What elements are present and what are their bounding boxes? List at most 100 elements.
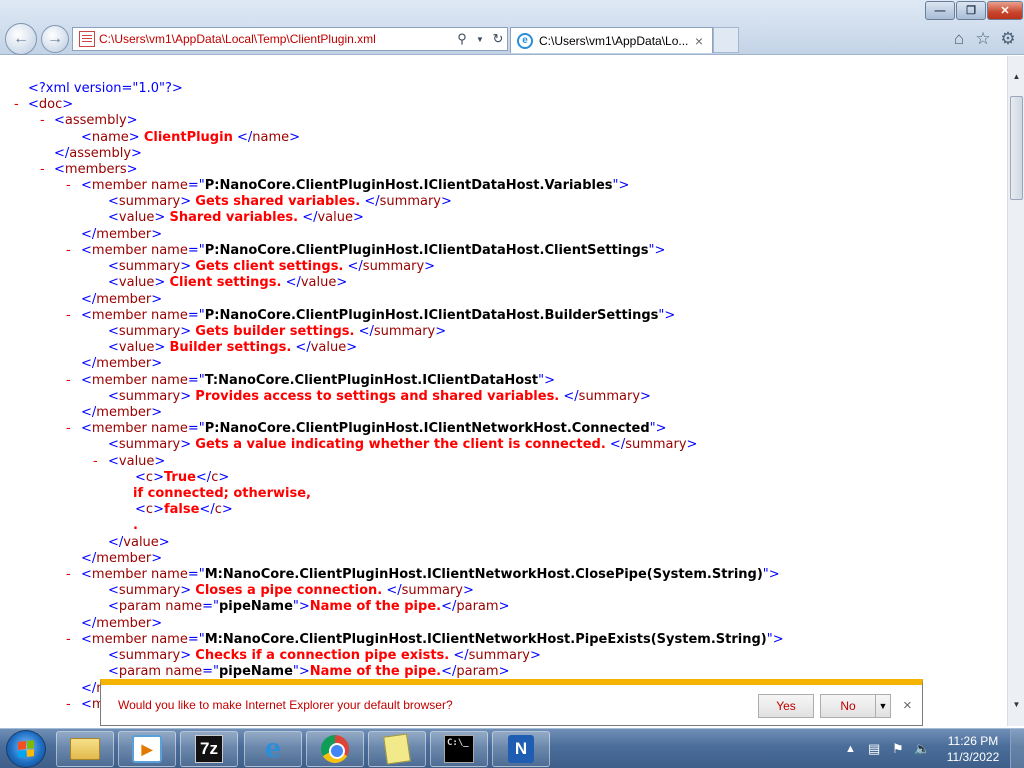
collapse-toggle[interactable]: - bbox=[66, 567, 71, 582]
value-element: <value> Client settings. </value> bbox=[108, 275, 348, 290]
value-text: Client settings. bbox=[169, 275, 282, 290]
no-button[interactable]: No bbox=[820, 694, 876, 718]
taskbar-sticky-notes[interactable] bbox=[368, 731, 426, 767]
c-element: <c>True</c> bbox=[135, 470, 230, 485]
name-element: <name> ClientPlugin </name> bbox=[81, 130, 301, 145]
summary-text: Gets shared variables. bbox=[195, 194, 361, 209]
command-prompt-icon: C:\_ bbox=[444, 735, 474, 763]
member-close: </member> bbox=[81, 616, 163, 631]
taskbar-internet-explorer[interactable]: e bbox=[244, 731, 302, 767]
7zip-icon: 7z bbox=[195, 735, 223, 763]
volume-icon[interactable]: 🔈 bbox=[914, 729, 930, 768]
taskbar: ▶ 7z e C:\_ N ▲ ▤ ⚑ 🔈 11:26 PM 11/3/2022 bbox=[0, 728, 1024, 768]
c-text: false bbox=[163, 502, 200, 517]
taskbar-7zip[interactable]: 7z bbox=[180, 731, 238, 767]
taskbar-nanocore[interactable]: N bbox=[492, 731, 550, 767]
member-open: <member name="P:NanoCore.ClientPluginHos… bbox=[81, 308, 676, 323]
search-icon[interactable]: ⚲ bbox=[453, 31, 471, 47]
summary-text: Gets a value indicating whether the clie… bbox=[195, 437, 606, 452]
start-button[interactable] bbox=[6, 730, 46, 768]
summary-element: <summary> Closes a pipe connection. </su… bbox=[108, 583, 474, 598]
member-name: M:NanoCore.ClientPluginHost.IClientNetwo… bbox=[204, 567, 763, 582]
forward-arrow-icon[interactable]: → bbox=[41, 25, 69, 53]
xml-viewer: <?xml version="1.0"?> - <doc> - <assembl… bbox=[0, 56, 1007, 726]
summary-element: <summary> Gets shared variables. </summa… bbox=[108, 194, 452, 209]
summary-text: Checks if a connection pipe exists. bbox=[195, 648, 450, 663]
param-text: Name of the pipe. bbox=[309, 599, 442, 614]
system-clock[interactable]: 11:26 PM 11/3/2022 bbox=[942, 733, 1004, 765]
action-center-flag-icon[interactable]: ⚑ bbox=[892, 729, 904, 768]
member-name: P:NanoCore.ClientPluginHost.IClientDataH… bbox=[204, 308, 659, 323]
collapse-toggle[interactable]: - bbox=[40, 113, 45, 128]
chrome-icon bbox=[321, 735, 349, 763]
dropdown-icon[interactable]: ▼ bbox=[471, 35, 489, 44]
minimize-button[interactable]: — bbox=[925, 1, 955, 20]
new-tab-button[interactable] bbox=[713, 27, 739, 53]
refresh-icon[interactable]: ↻ bbox=[489, 31, 507, 47]
show-hidden-icons[interactable]: ▲ bbox=[845, 729, 856, 768]
summary-element: <summary> Gets builder settings. </summa… bbox=[108, 324, 447, 339]
member-close: </member> bbox=[81, 405, 163, 420]
tab-close-icon[interactable]: × bbox=[692, 33, 706, 49]
doc-open: <doc> bbox=[28, 97, 74, 112]
back-arrow-icon[interactable]: ← bbox=[5, 23, 37, 55]
yes-button[interactable]: Yes bbox=[758, 694, 814, 718]
summary-text: Provides access to settings and shared v… bbox=[195, 389, 560, 404]
restore-button[interactable]: ❐ bbox=[956, 1, 986, 20]
param-name: pipeName bbox=[219, 664, 293, 679]
collapse-toggle[interactable]: - bbox=[66, 421, 71, 436]
member-close: </member> bbox=[81, 356, 163, 371]
summary-text: Closes a pipe connection. bbox=[195, 583, 383, 598]
value-text: Shared variables. bbox=[169, 210, 299, 225]
default-browser-notification: Would you like to make Internet Explorer… bbox=[100, 679, 923, 726]
param-element: <param name="pipeName">Name of the pipe.… bbox=[108, 664, 510, 679]
taskbar-chrome[interactable] bbox=[306, 731, 364, 767]
taskbar-media-player[interactable]: ▶ bbox=[118, 731, 176, 767]
show-desktop-button[interactable] bbox=[1010, 729, 1024, 768]
collapse-toggle[interactable]: - bbox=[40, 162, 45, 177]
scroll-down-icon[interactable]: ▼ bbox=[1008, 696, 1024, 713]
star-icon[interactable]: ☆ bbox=[972, 28, 994, 50]
param-name: pipeName bbox=[219, 599, 293, 614]
member-open: <member name="P:NanoCore.ClientPluginHos… bbox=[81, 421, 667, 436]
close-notification-icon[interactable]: × bbox=[903, 697, 912, 714]
close-window-button[interactable]: ✕ bbox=[987, 1, 1023, 20]
member-open: <member name="M:NanoCore.ClientPluginHos… bbox=[81, 567, 780, 582]
collapse-toggle[interactable]: - bbox=[66, 243, 71, 258]
assembly-open: <assembly> bbox=[54, 113, 138, 128]
taskbar-command-prompt[interactable]: C:\_ bbox=[430, 731, 488, 767]
collapse-toggle[interactable]: - bbox=[66, 373, 71, 388]
gear-icon[interactable]: ⚙ bbox=[997, 28, 1019, 50]
folder-icon bbox=[70, 738, 100, 760]
member-name: M:NanoCore.ClientPluginHost.IClientNetwo… bbox=[204, 632, 767, 647]
param-element: <param name="pipeName">Name of the pipe.… bbox=[108, 599, 510, 614]
taskbar-file-explorer[interactable] bbox=[56, 731, 114, 767]
collapse-toggle[interactable]: - bbox=[66, 697, 71, 712]
member-open: <member name="P:NanoCore.ClientPluginHos… bbox=[81, 178, 630, 193]
member-close: </member> bbox=[81, 551, 163, 566]
network-icon[interactable]: ▤ bbox=[868, 729, 880, 768]
home-icon[interactable]: ⌂ bbox=[948, 28, 970, 50]
collapse-toggle[interactable]: - bbox=[66, 308, 71, 323]
member-name: P:NanoCore.ClientPluginHost.IClientDataH… bbox=[204, 178, 613, 193]
collapse-toggle[interactable]: - bbox=[93, 454, 98, 469]
scroll-thumb[interactable] bbox=[1010, 96, 1023, 200]
value-open: <value> bbox=[108, 454, 166, 469]
address-bar[interactable]: C:\Users\vm1\AppData\Local\Temp\ClientPl… bbox=[72, 27, 508, 51]
address-url[interactable]: C:\Users\vm1\AppData\Local\Temp\ClientPl… bbox=[99, 32, 453, 46]
member-close: </member> bbox=[81, 227, 163, 242]
tab-xml-file[interactable]: e C:\Users\vm1\AppData\Lo... × bbox=[510, 27, 713, 53]
summary-element: <summary> Provides access to settings an… bbox=[108, 389, 651, 404]
browser-toolbar: ← → C:\Users\vm1\AppData\Local\Temp\Clie… bbox=[0, 0, 1024, 55]
options-dropdown-icon[interactable]: ▼ bbox=[875, 694, 891, 718]
xml-declaration: <?xml version="1.0"?> bbox=[28, 81, 183, 96]
scroll-up-icon[interactable]: ▲ bbox=[1008, 68, 1024, 85]
member-open: <member name="P:NanoCore.ClientPluginHos… bbox=[81, 243, 666, 258]
collapse-toggle[interactable]: - bbox=[14, 97, 19, 112]
summary-element: <summary> Gets a value indicating whethe… bbox=[108, 437, 698, 452]
page-icon bbox=[79, 31, 95, 47]
nanocore-icon: N bbox=[508, 735, 534, 763]
collapse-toggle[interactable]: - bbox=[66, 632, 71, 647]
collapse-toggle[interactable]: - bbox=[66, 178, 71, 193]
vertical-scrollbar[interactable]: ▲ ▼ bbox=[1007, 56, 1024, 726]
